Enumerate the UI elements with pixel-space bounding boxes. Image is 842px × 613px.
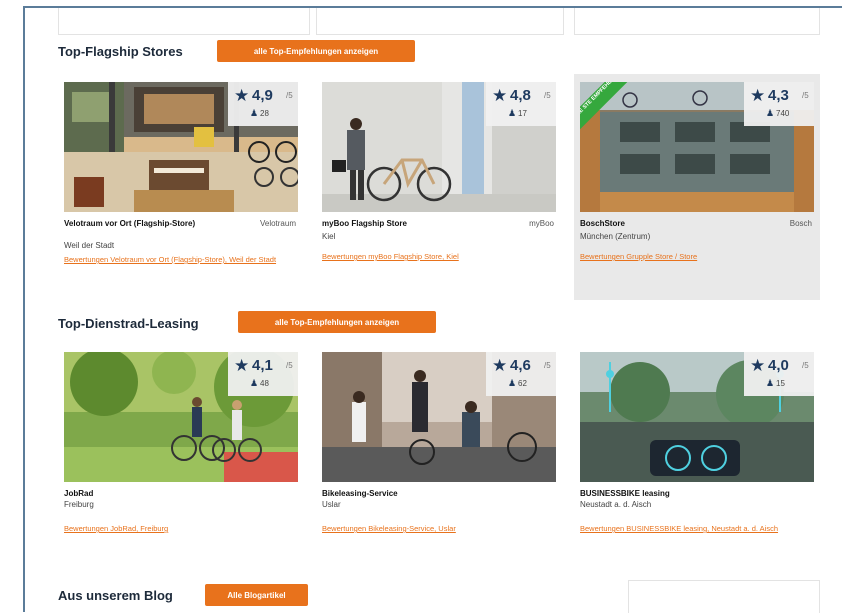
review-count: 48 bbox=[260, 379, 269, 388]
rating-max: /5 bbox=[802, 361, 809, 370]
store-name[interactable]: myBoo Flagship Store bbox=[322, 219, 490, 229]
section-title-blog: Aus unserem Blog bbox=[58, 588, 173, 603]
rating-score: 4,8 bbox=[510, 87, 531, 104]
star-icon: ★ bbox=[750, 86, 766, 105]
star-icon: ★ bbox=[492, 356, 508, 375]
rating-max: /5 bbox=[544, 91, 551, 100]
review-count: 62 bbox=[518, 379, 527, 388]
store-card-velotraum[interactable]: ★ 4,9 /5 ♟ 28 Velotraum vor Ort (Flagshi… bbox=[58, 74, 304, 300]
rating-max: /5 bbox=[286, 91, 293, 100]
review-count: 28 bbox=[260, 109, 269, 118]
store-image-myboo[interactable]: ★ 4,8 /5 ♟ 17 bbox=[322, 82, 556, 212]
section-title-leasing: Top-Dienstrad-Leasing bbox=[58, 316, 199, 331]
store-card-bosch[interactable]: UNE STE EMPFEHLUNG ★ 4,3 /5 ♟ 740 BoschS… bbox=[574, 74, 820, 300]
company-location: Uslar bbox=[322, 500, 341, 509]
show-all-flagship-button[interactable]: alle Top-Empfehlungen anzeigen bbox=[217, 40, 415, 62]
rating-max: /5 bbox=[286, 361, 293, 370]
company-location: Freiburg bbox=[64, 500, 94, 509]
store-location: Kiel bbox=[322, 232, 336, 241]
review-count: 15 bbox=[776, 379, 785, 388]
person-icon: ♟ bbox=[250, 378, 259, 388]
rating-score: 4,6 bbox=[510, 357, 531, 374]
reviews-link[interactable]: Bewertungen BUSINESSBIKE leasing, Neusta… bbox=[580, 524, 812, 534]
window-frame-left bbox=[23, 6, 25, 612]
leasing-card-jobrad[interactable]: ★ 4,1 /5 ♟ 48 JobRad Freiburg Bewertunge… bbox=[58, 344, 304, 570]
store-location: München (Zentrum) bbox=[580, 232, 651, 241]
review-count: 17 bbox=[518, 109, 527, 118]
section-title-flagship: Top-Flagship Stores bbox=[58, 44, 183, 59]
rating-score: 4,0 bbox=[768, 357, 789, 374]
rating-max: /5 bbox=[802, 91, 809, 100]
show-all-leasing-button[interactable]: alle Top-Empfehlungen anzeigen bbox=[238, 311, 436, 333]
leasing-image-businessbike[interactable]: ★ 4,0 /5 ♟ 15 bbox=[580, 352, 814, 482]
blog-card-placeholder bbox=[628, 580, 820, 613]
store-image-velotraum[interactable]: ★ 4,9 /5 ♟ 28 bbox=[64, 82, 298, 212]
leasing-card-businessbike[interactable]: ★ 4,0 /5 ♟ 15 BUSINESSBIKE leasing Neust… bbox=[574, 344, 820, 570]
person-icon: ♟ bbox=[250, 108, 259, 118]
company-location: Neustadt a. d. Aisch bbox=[580, 500, 652, 509]
star-icon: ★ bbox=[750, 356, 766, 375]
reviews-link[interactable]: Bewertungen Bikeleasing-Service, Uslar bbox=[322, 524, 554, 534]
rating-box: ★ 4,3 /5 ♟ 740 bbox=[744, 82, 814, 126]
star-icon: ★ bbox=[234, 86, 250, 105]
leasing-card-bikeleasing[interactable]: ★ 4,6 /5 ♟ 62 Bikeleasing-Service Uslar … bbox=[316, 344, 562, 570]
person-icon: ♟ bbox=[766, 108, 775, 118]
person-icon: ♟ bbox=[508, 108, 517, 118]
store-name[interactable]: Velotraum vor Ort (Flagship-Store) bbox=[64, 219, 232, 229]
leasing-image-jobrad[interactable]: ★ 4,1 /5 ♟ 48 bbox=[64, 352, 298, 482]
all-blog-articles-button[interactable]: Alle Blogartikel bbox=[205, 584, 308, 606]
rating-box: ★ 4,0 /5 ♟ 15 bbox=[744, 352, 814, 396]
rating-score: 4,9 bbox=[252, 87, 273, 104]
store-brand: Bosch bbox=[789, 219, 812, 228]
review-count: 740 bbox=[776, 109, 790, 118]
company-name[interactable]: JobRad bbox=[64, 489, 232, 499]
leasing-image-bikeleasing[interactable]: ★ 4,6 /5 ♟ 62 bbox=[322, 352, 556, 482]
company-name[interactable]: Bikeleasing-Service bbox=[322, 489, 490, 499]
rating-box: ★ 4,8 /5 ♟ 17 bbox=[486, 82, 556, 126]
rating-score: 4,1 bbox=[252, 357, 273, 374]
rating-max: /5 bbox=[544, 361, 551, 370]
person-icon: ♟ bbox=[766, 378, 775, 388]
store-brand: Velotraum bbox=[259, 219, 296, 228]
previous-cards-row bbox=[58, 8, 820, 35]
store-brand: myBoo bbox=[529, 219, 554, 228]
company-name[interactable]: BUSINESSBIKE leasing bbox=[580, 489, 748, 499]
star-icon: ★ bbox=[492, 86, 508, 105]
reviews-link[interactable]: Bewertungen Grupple Store / Store bbox=[580, 252, 812, 262]
reviews-link[interactable]: Bewertungen Velotraum vor Ort (Flagship-… bbox=[64, 255, 296, 265]
rating-box: ★ 4,1 /5 ♟ 48 bbox=[228, 352, 298, 396]
store-card-myboo[interactable]: ★ 4,8 /5 ♟ 17 myBoo Flagship Store myBoo… bbox=[316, 74, 562, 300]
store-image-bosch[interactable]: UNE STE EMPFEHLUNG ★ 4,3 /5 ♟ 740 bbox=[580, 82, 814, 212]
store-location: Weil der Stadt bbox=[64, 241, 115, 250]
store-name[interactable]: BoschStore bbox=[580, 219, 748, 229]
rating-box: ★ 4,6 /5 ♟ 62 bbox=[486, 352, 556, 396]
rating-score: 4,3 bbox=[768, 87, 789, 104]
rating-box: ★ 4,9 /5 ♟ 28 bbox=[228, 82, 298, 126]
star-icon: ★ bbox=[234, 356, 250, 375]
person-icon: ♟ bbox=[508, 378, 517, 388]
reviews-link[interactable]: Bewertungen JobRad, Freiburg bbox=[64, 524, 296, 534]
reviews-link[interactable]: Bewertungen myBoo Flagship Store, Kiel bbox=[322, 252, 554, 262]
